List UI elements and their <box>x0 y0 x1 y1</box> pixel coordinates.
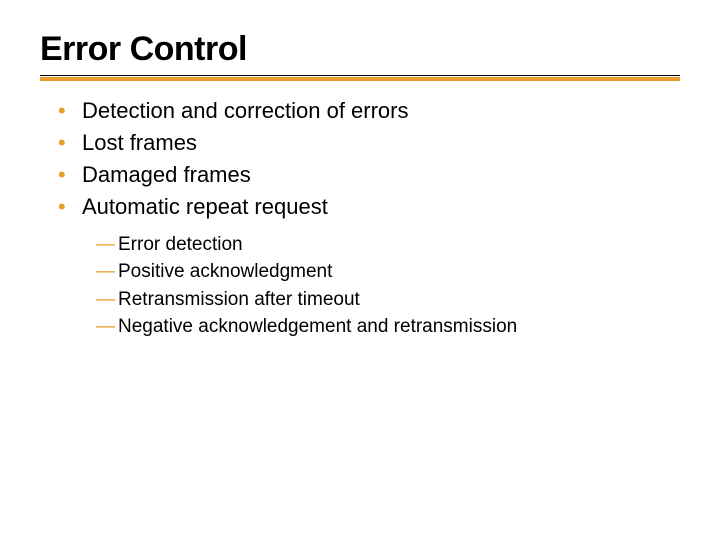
bullet-item: Automatic repeat request <box>62 191 680 223</box>
sub-list: Error detection Positive acknowledgment … <box>40 231 680 341</box>
slide-title: Error Control <box>40 30 680 75</box>
title-accent <box>40 77 680 81</box>
bullet-item: Detection and correction of errors <box>62 95 680 127</box>
sub-item: Retransmission after timeout <box>96 286 680 314</box>
bullet-item: Damaged frames <box>62 159 680 191</box>
sub-item: Negative acknowledgement and retransmiss… <box>96 313 680 341</box>
sub-item: Error detection <box>96 231 680 259</box>
bullet-item: Lost frames <box>62 127 680 159</box>
bullet-list: Detection and correction of errors Lost … <box>40 95 680 223</box>
title-rule <box>40 75 680 76</box>
sub-item: Positive acknowledgment <box>96 258 680 286</box>
